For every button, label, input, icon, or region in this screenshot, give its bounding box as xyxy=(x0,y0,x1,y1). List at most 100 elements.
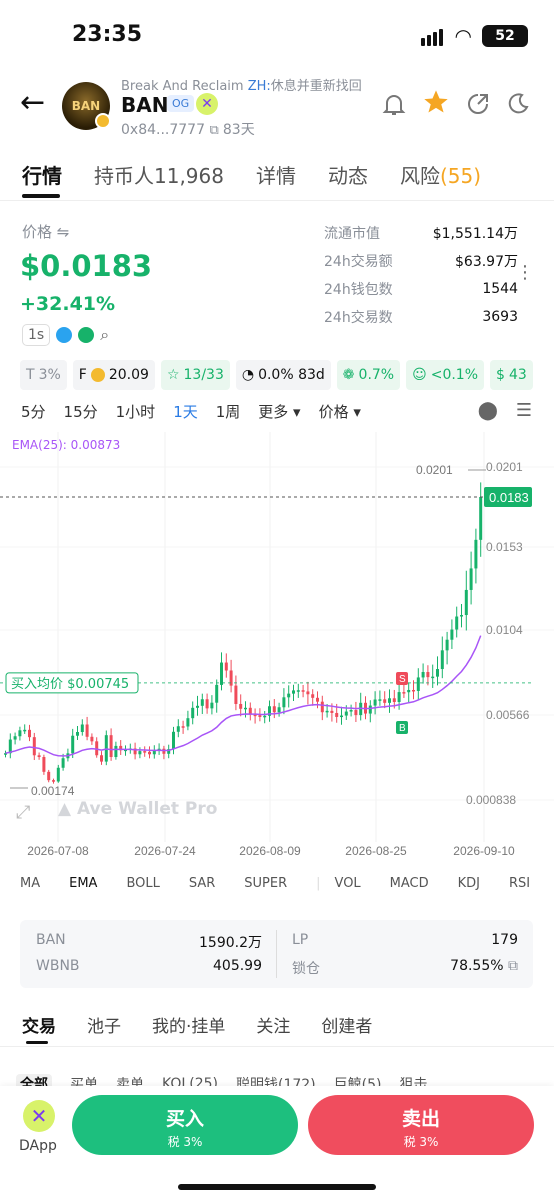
chart-tools: ⬤ ☰ xyxy=(478,400,532,421)
creator-chip[interactable]: ◔ 0.0% 83d xyxy=(235,360,331,390)
token-age: 83天 xyxy=(222,122,255,138)
indicator-super[interactable]: SUPER xyxy=(244,876,287,891)
high-label: 0.0201 xyxy=(416,463,453,477)
candle-body xyxy=(176,726,180,732)
subtitle-en: Break And Reclaim xyxy=(121,79,244,94)
sell-tax: 税 3% xyxy=(403,1135,439,1149)
back-arrow-icon[interactable]: ← xyxy=(20,88,45,118)
settings-sliders-icon[interactable]: ☰ xyxy=(516,400,532,421)
insider-chip[interactable]: ☆ 13/33 xyxy=(160,360,230,390)
copy-icon[interactable]: ⧉ xyxy=(209,123,222,138)
coin-icon xyxy=(90,368,105,382)
bell-icon[interactable] xyxy=(382,92,406,124)
search-icon[interactable]: ⌕ xyxy=(100,325,109,345)
stat-value: 1544 xyxy=(482,281,518,297)
indicator-boll[interactable]: BOLL xyxy=(126,876,159,891)
pool-lock-row[interactable]: 锁仓 78.55% ⧉ xyxy=(292,958,518,978)
candle-body xyxy=(172,731,175,750)
candle-body xyxy=(205,699,209,709)
stat-key: 24h交易额 xyxy=(324,254,393,270)
sniper-chip[interactable]: ☺ <0.1% xyxy=(406,360,485,390)
candle-body xyxy=(431,676,435,679)
indicator-sar[interactable]: SAR xyxy=(189,876,215,891)
tab-risk[interactable]: 风险(55) xyxy=(400,160,481,189)
buy-button-label: 买入 xyxy=(165,1108,204,1130)
current-price-tag: 0.0183 xyxy=(484,487,532,507)
indicator-macd[interactable]: MACD xyxy=(390,876,429,891)
watermark: ▲ Ave Wallet Pro xyxy=(58,799,217,819)
tab-market[interactable]: 行情 xyxy=(22,160,62,189)
interval-5m[interactable]: 5分 xyxy=(21,401,46,422)
indicator-kdj[interactable]: KDJ xyxy=(458,876,480,891)
indicator-ema[interactable]: EMA xyxy=(69,876,97,891)
candle-body xyxy=(234,685,238,704)
pool-lp-value: 179 xyxy=(491,932,518,948)
ema-line xyxy=(5,635,482,757)
subtab-creator[interactable]: 创建者 xyxy=(321,1012,372,1037)
chat-icon[interactable] xyxy=(78,327,95,343)
x-tick-label: 2026-07-24 xyxy=(134,844,196,858)
price-mode-dropdown[interactable]: 价格 ▾ xyxy=(319,401,361,422)
buy-button[interactable]: 买入 税 3% xyxy=(72,1095,298,1155)
moon-icon[interactable] xyxy=(506,92,530,122)
interval-more[interactable]: 更多 ▾ xyxy=(258,401,300,422)
chef-icon: ◔ xyxy=(241,367,255,383)
dapp-icon[interactable]: ✕ xyxy=(23,1100,55,1132)
sell-button[interactable]: 卖出 税 3% xyxy=(308,1095,534,1155)
subtab-my-orders[interactable]: 我的·挂单 xyxy=(152,1012,225,1037)
status-time: 23:35 xyxy=(72,22,143,47)
tax-chip[interactable]: T 3% xyxy=(20,360,67,390)
external-link-icon[interactable]: ⧉ xyxy=(504,958,518,974)
candle-body xyxy=(100,755,103,762)
fee-chip[interactable]: F 20.09 xyxy=(72,360,155,390)
interval-1d[interactable]: 1天 xyxy=(173,401,198,422)
candle-body xyxy=(287,693,291,698)
tab-details[interactable]: 详情 xyxy=(256,160,296,189)
candle-body xyxy=(412,689,415,692)
interval-15m[interactable]: 15分 xyxy=(64,401,98,422)
candle-body xyxy=(306,691,310,695)
stat-key: 24h交易数 xyxy=(324,310,393,326)
subtab-trades[interactable]: 交易 xyxy=(22,1012,56,1037)
interval-1h[interactable]: 1小时 xyxy=(116,401,156,422)
candle-body xyxy=(210,702,214,709)
indicator-vol[interactable]: VOL xyxy=(335,876,361,891)
holders-chip[interactable]: $43 xyxy=(490,360,533,390)
candle-body xyxy=(244,707,247,710)
interval-1w[interactable]: 1周 xyxy=(216,401,241,422)
candle-body xyxy=(18,730,22,737)
candle-body xyxy=(138,751,142,755)
candle-body xyxy=(416,677,420,691)
share-icon[interactable] xyxy=(466,92,490,122)
stat-value: 3693 xyxy=(482,309,518,325)
candles xyxy=(4,482,483,784)
tab-activity[interactable]: 动态 xyxy=(328,160,368,189)
star-icon[interactable] xyxy=(422,88,450,122)
interval-pill[interactable]: 1s xyxy=(22,324,51,346)
stat-value: $1,551.14万 xyxy=(432,226,518,242)
chip-text: 13/33 xyxy=(183,367,224,383)
price-chart[interactable]: 0.0201 0.0153 0.0104 0.00566 0.000838 2026-0… xyxy=(0,432,554,862)
expand-icon[interactable]: ⤢ xyxy=(16,802,30,823)
telegram-icon[interactable] xyxy=(56,327,73,343)
candle-body xyxy=(436,669,439,677)
candle-body xyxy=(162,748,166,754)
more-icon[interactable]: ⋮ xyxy=(516,262,534,283)
y-axis-labels: 0.0201 0.0153 0.0104 0.00566 0.000838 xyxy=(466,460,530,807)
price-label[interactable]: 价格 ⇋ xyxy=(22,221,69,242)
drawing-tool-icon[interactable]: ⬤ xyxy=(478,400,498,421)
subtab-pools[interactable]: 池子 xyxy=(87,1012,121,1037)
candle-body xyxy=(479,497,483,540)
candle-body xyxy=(316,697,319,702)
indicator-rsi[interactable]: RSI xyxy=(509,876,530,891)
subtab-follow[interactable]: 关注 xyxy=(256,1012,290,1037)
token-address[interactable]: 0x84...7777 ⧉ 83天 xyxy=(121,119,255,139)
dapp-label[interactable]: DApp xyxy=(19,1138,57,1154)
bundle-chip[interactable]: ❁ 0.7% xyxy=(336,360,401,390)
pool-divider xyxy=(276,930,277,978)
ema-indicator-label: EMA(25): 0.00873 xyxy=(12,438,121,452)
tab-holders[interactable]: 持币人11,968 xyxy=(94,160,224,189)
pool-base-row: WBNB 405.99 xyxy=(36,958,262,974)
candle-body xyxy=(32,737,36,756)
indicator-ma[interactable]: MA xyxy=(20,876,40,891)
